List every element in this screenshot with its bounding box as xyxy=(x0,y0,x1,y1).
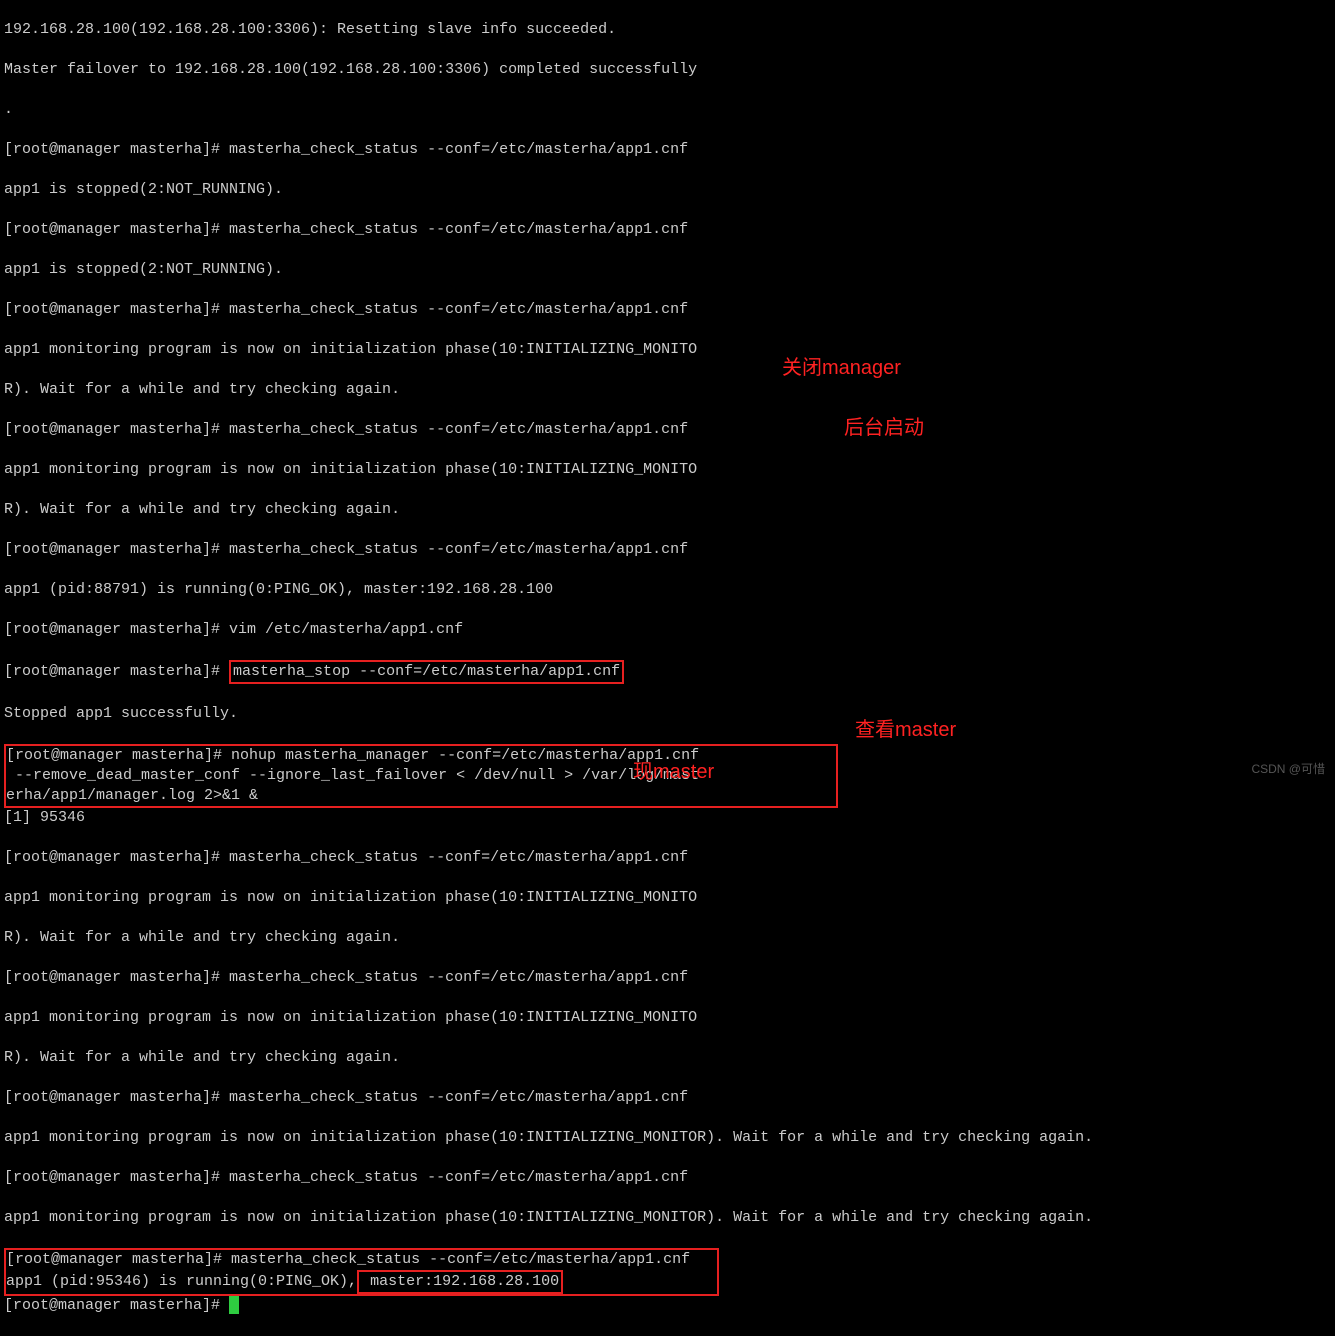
prompt-line: [root@manager masterha]# masterha_check_… xyxy=(4,848,1331,868)
cursor-icon xyxy=(229,1296,239,1314)
output-line: R). Wait for a while and try checking ag… xyxy=(4,380,1331,400)
output-line: Stopped app1 successfully. xyxy=(4,704,1331,724)
prompt-line: [root@manager masterha]# masterha_check_… xyxy=(4,420,1331,440)
output-line: app1 monitoring program is now on initia… xyxy=(4,1208,1331,1228)
annotation-bg-start: 后台启动 xyxy=(844,418,924,438)
prompt-line: [root@manager masterha]# masterha_check_… xyxy=(4,1168,1331,1188)
masterha-stop-highlight: masterha_stop --conf=/etc/masterha/app1.… xyxy=(229,660,624,684)
output-line: Master failover to 192.168.28.100(192.16… xyxy=(4,60,1331,80)
output-line: [1] 95346 xyxy=(4,808,1331,828)
output-line: R). Wait for a while and try checking ag… xyxy=(4,500,1331,520)
prompt-line: [root@manager masterha]# masterha_check_… xyxy=(4,220,1331,240)
output-line: app1 monitoring program is now on initia… xyxy=(4,1008,1331,1028)
prompt-line: [root@manager masterha]# masterha_check_… xyxy=(4,300,1331,320)
output-line: app1 monitoring program is now on initia… xyxy=(4,888,1331,908)
output-line: app1 monitoring program is now on initia… xyxy=(4,1128,1331,1148)
prompt-line: [root@manager masterha]# masterha_check_… xyxy=(4,540,1331,560)
check-status-highlight: [root@manager masterha]# masterha_check_… xyxy=(4,1248,719,1296)
terminal-output[interactable]: 192.168.28.100(192.168.28.100:3306): Res… xyxy=(0,0,1335,1336)
output-line: app1 monitoring program is now on initia… xyxy=(4,460,1331,480)
output-line: app1 monitoring program is now on initia… xyxy=(4,340,1331,360)
prompt-line: [root@manager masterha]# vim /etc/master… xyxy=(4,620,1331,640)
output-line: 192.168.28.100(192.168.28.100:3306): Res… xyxy=(4,20,1331,40)
output-line: app1 (pid:88791) is running(0:PING_OK), … xyxy=(4,580,1331,600)
watermark-text: CSDN @可惜 xyxy=(1251,759,1325,779)
output-line: . xyxy=(4,100,1331,120)
prompt-line: [root@manager masterha]# masterha_check_… xyxy=(4,968,1331,988)
output-line: R). Wait for a while and try checking ag… xyxy=(4,1048,1331,1068)
output-line: app1 is stopped(2:NOT_RUNNING). xyxy=(4,180,1331,200)
prompt-line: [root@manager masterha]# masterha_check_… xyxy=(4,140,1331,160)
annotation-close-manager: 关闭manager xyxy=(782,358,901,378)
master-ip-highlight: master:192.168.28.100 xyxy=(357,1270,563,1294)
output-line: app1 is stopped(2:NOT_RUNNING). xyxy=(4,260,1331,280)
output-line: R). Wait for a while and try checking ag… xyxy=(4,928,1331,948)
annotation-current-master: 现master xyxy=(633,762,714,782)
annotation-view-master: 查看master xyxy=(855,720,956,740)
prompt-line: [root@manager masterha]# masterha_stop -… xyxy=(4,660,1331,684)
prompt-line: [root@manager masterha]# masterha_check_… xyxy=(4,1088,1331,1108)
prompt-line[interactable]: [root@manager masterha]# xyxy=(4,1296,1331,1316)
